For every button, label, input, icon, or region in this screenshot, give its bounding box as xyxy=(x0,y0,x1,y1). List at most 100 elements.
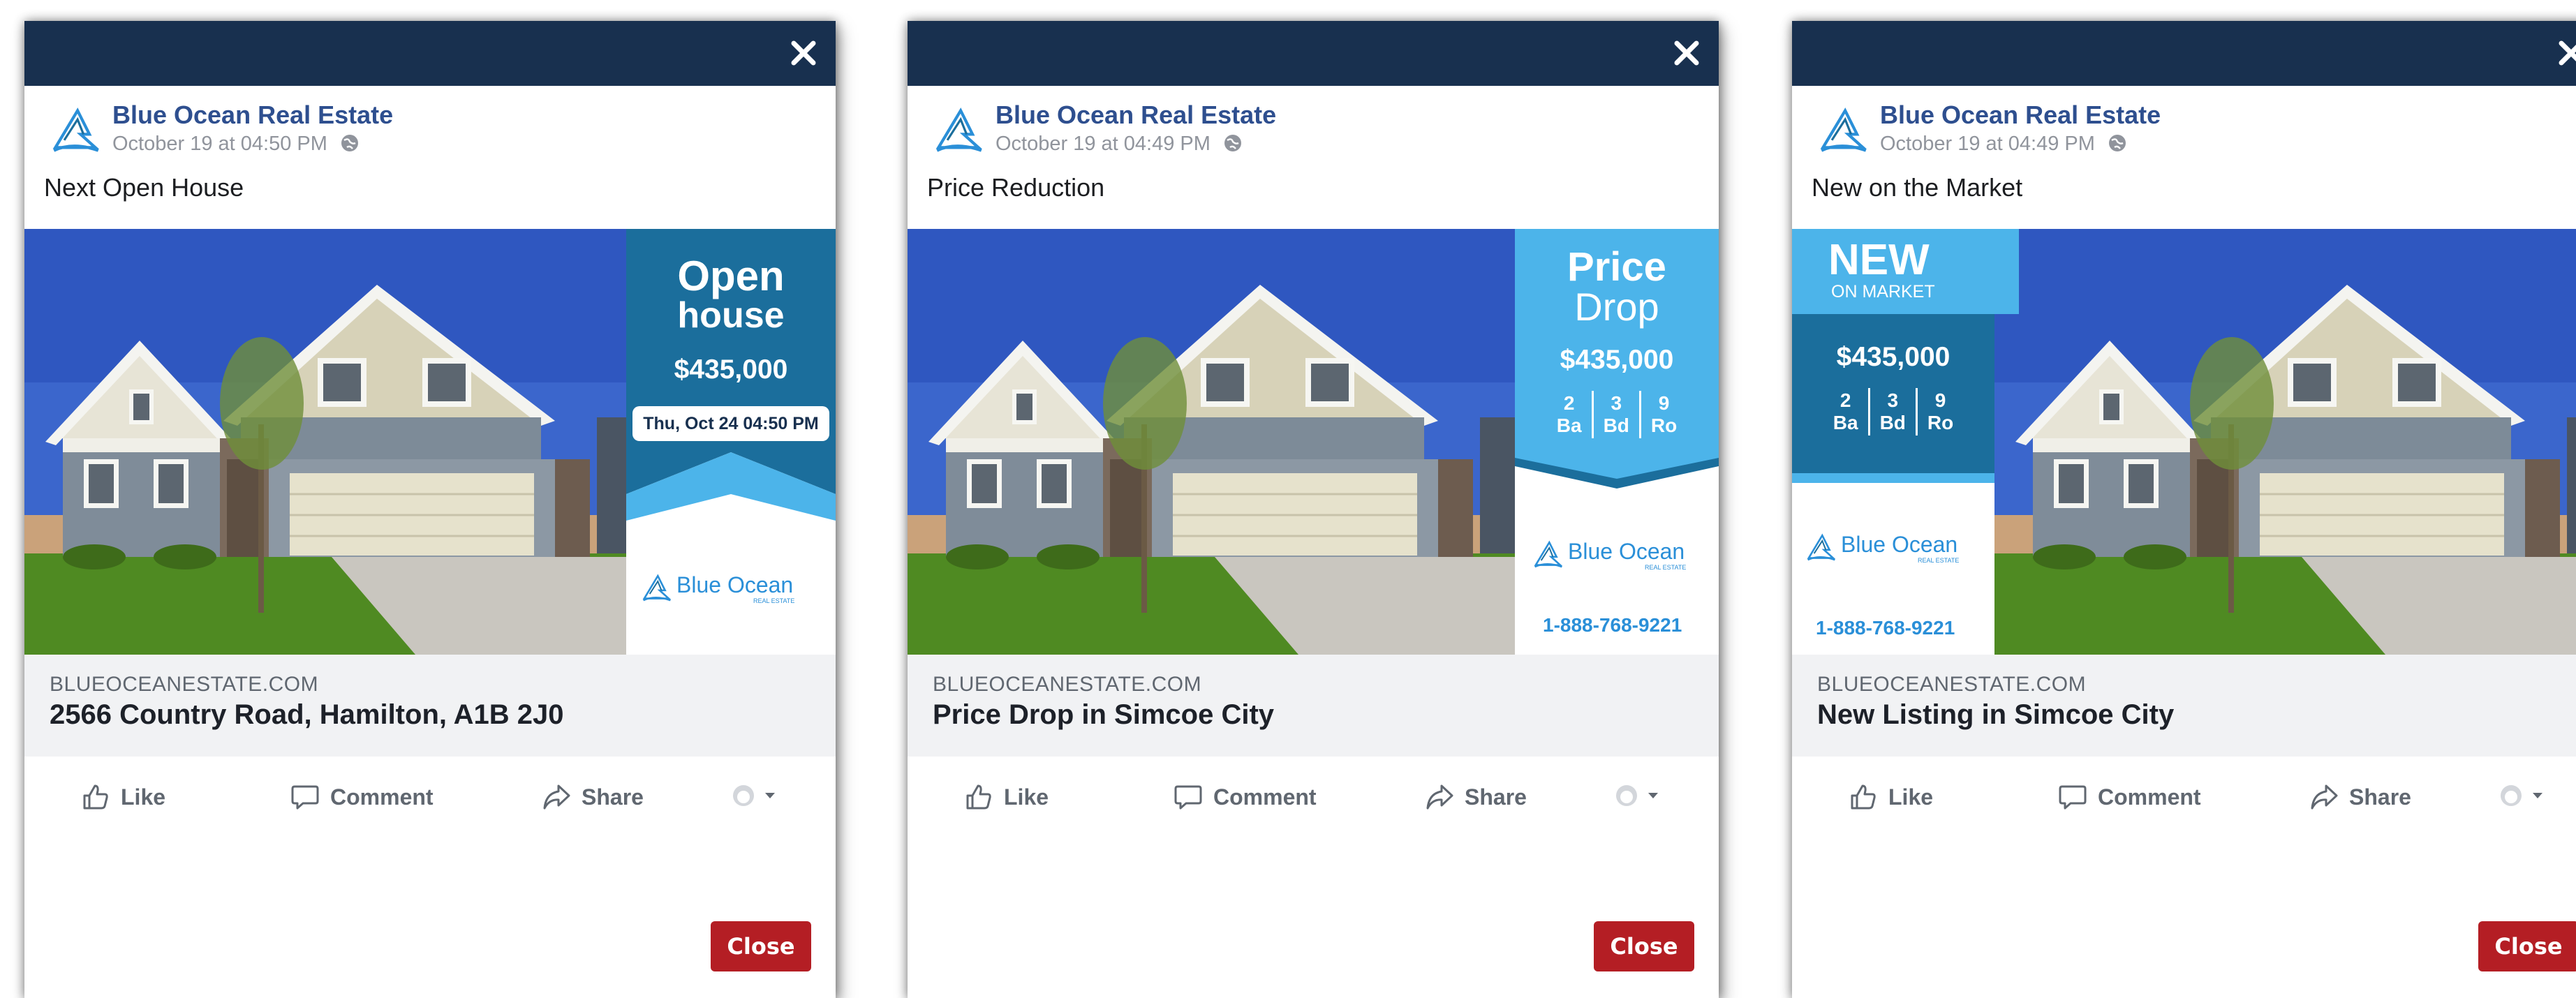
globe-icon xyxy=(1224,135,1241,151)
link-domain: BLUEOCEANESTATE.COM xyxy=(1817,673,2087,696)
post-header: Blue Ocean Real Estate October 19 at 04:… xyxy=(934,96,1562,173)
flyer-image[interactable]: Price Drop $435,000 2 Ba 3 Bd 9 Ro Blue Oce… xyxy=(908,229,1719,655)
post-timestamp[interactable]: October 19 at 04:49 PM xyxy=(995,133,1243,156)
share-icon xyxy=(543,784,570,810)
modal-header-bar xyxy=(908,21,1719,86)
comment-button[interactable]: Comment xyxy=(1173,782,1317,812)
post-modal-price-reduction: Blue Ocean Real Estate October 19 at 04:… xyxy=(908,21,1719,998)
share-label: Share xyxy=(582,784,644,810)
logo-icon xyxy=(642,574,672,602)
share-icon xyxy=(2311,784,2338,810)
stat-label: Ba xyxy=(1556,415,1582,436)
close-icon[interactable] xyxy=(1670,36,1703,70)
flyer-price: $435,000 xyxy=(674,355,788,385)
link-preview[interactable]: BLUEOCEANESTATE.COM 2566 Country Road, H… xyxy=(24,655,836,757)
flyer-brand-sub: REAL ESTATE xyxy=(753,597,795,604)
close-button[interactable]: Close xyxy=(2478,921,2576,971)
house-photo xyxy=(908,229,1536,655)
like-icon xyxy=(83,784,108,810)
stat-label: Ro xyxy=(1650,415,1678,436)
like-button[interactable]: Like xyxy=(963,782,1049,812)
avatar-icon xyxy=(2501,785,2522,806)
flyer-brand-name: Blue Ocean xyxy=(1568,539,1685,564)
close-icon[interactable] xyxy=(787,36,820,70)
stat-value: 2 xyxy=(1840,389,1851,411)
post-timestamp[interactable]: October 19 at 04:49 PM xyxy=(1880,133,2127,156)
audience-selector[interactable] xyxy=(730,782,777,810)
close-button[interactable]: Close xyxy=(1594,921,1694,971)
stat-label: Bd xyxy=(1879,412,1906,433)
stat-value: 3 xyxy=(1887,389,1899,411)
logo-icon[interactable] xyxy=(1819,105,1869,155)
logo-icon[interactable] xyxy=(51,105,101,155)
flyer-image[interactable]: Open house $435,000 Thu, Oct 24 04:50 PM… xyxy=(24,229,836,655)
house-photo xyxy=(24,229,653,655)
comment-label: Comment xyxy=(330,784,434,810)
page-name[interactable]: Blue Ocean Real Estate xyxy=(112,100,393,130)
post-actions: Like Comment Share xyxy=(908,757,1719,840)
globe-icon xyxy=(341,135,358,151)
timestamp-text[interactable]: October 19 at 04:49 PM xyxy=(995,133,1211,155)
flyer-headline-new: NEW xyxy=(1828,236,1930,284)
share-button[interactable]: Share xyxy=(541,782,644,812)
globe-icon xyxy=(2108,135,2126,151)
caret-down-icon xyxy=(1648,793,1658,798)
link-preview[interactable]: BLUEOCEANESTATE.COM New Listing in Simco… xyxy=(1792,655,2576,757)
comment-button[interactable]: Comment xyxy=(2057,782,2201,812)
audience-selector[interactable] xyxy=(2497,782,2545,810)
link-preview[interactable]: BLUEOCEANESTATE.COM Price Drop in Simcoe… xyxy=(908,655,1719,757)
flyer-image[interactable]: NEW ON MARKET $435,000 2 Ba 3 Bd 9 Ro Blue … xyxy=(1792,229,2576,655)
flyer-stats: 2 Ba 3 Bd 9 Ro xyxy=(1515,391,1719,438)
flyer-stats: 2 Ba 3 Bd 9 Ro xyxy=(1792,388,1994,435)
share-label: Share xyxy=(1465,784,1527,810)
timestamp-text[interactable]: October 19 at 04:50 PM xyxy=(112,133,327,155)
modal-header-bar xyxy=(24,21,836,86)
share-button[interactable]: Share xyxy=(1424,782,1527,812)
page-name[interactable]: Blue Ocean Real Estate xyxy=(1880,100,2161,130)
link-domain: BLUEOCEANESTATE.COM xyxy=(50,673,319,696)
timestamp-text[interactable]: October 19 at 04:49 PM xyxy=(1880,133,2095,155)
flyer-stripe xyxy=(1792,473,1994,483)
flyer-phone: 1-888-768-9221 xyxy=(1543,614,1682,636)
like-button[interactable]: Like xyxy=(1848,782,1933,812)
post-text: Next Open House xyxy=(44,173,244,202)
link-title[interactable]: Price Drop in Simcoe City xyxy=(933,699,1274,731)
link-title[interactable]: New Listing in Simcoe City xyxy=(1817,699,2174,731)
like-button[interactable]: Like xyxy=(80,782,165,812)
post-header: Blue Ocean Real Estate October 19 at 04:… xyxy=(1819,96,2447,173)
flyer-price: $435,000 xyxy=(1560,345,1674,375)
link-title[interactable]: 2566 Country Road, Hamilton, A1B 2J0 xyxy=(50,699,563,731)
post-modal-open-house: Blue Ocean Real Estate October 19 at 04:… xyxy=(24,21,836,998)
stat-value: 3 xyxy=(1611,392,1622,414)
flyer-brand: Blue Ocean REAL ESTATE xyxy=(642,569,836,611)
new-banner: NEW ON MARKET xyxy=(1792,229,2019,314)
comment-button[interactable]: Comment xyxy=(290,782,434,812)
close-icon[interactable] xyxy=(2554,36,2576,70)
post-text: Price Reduction xyxy=(927,173,1105,202)
share-label: Share xyxy=(2349,784,2411,810)
stat-beds: 3 Bd xyxy=(1594,392,1639,437)
flyer-headline-house: house xyxy=(677,295,785,336)
close-button[interactable]: Close xyxy=(711,921,811,971)
comment-label: Comment xyxy=(1213,784,1317,810)
flyer-panel: Open house $435,000 Thu, Oct 24 04:50 PM… xyxy=(626,229,836,655)
stat-value: 9 xyxy=(1658,392,1670,414)
like-label: Like xyxy=(1888,784,1934,810)
stat-label: Bd xyxy=(1603,415,1629,436)
audience-selector[interactable] xyxy=(1613,782,1660,810)
caret-down-icon xyxy=(765,793,775,798)
flyer-brand-name: Blue Ocean xyxy=(1841,532,1958,557)
flyer-headline-drop: Drop xyxy=(1574,285,1659,329)
like-label: Like xyxy=(1004,784,1049,810)
page-name[interactable]: Blue Ocean Real Estate xyxy=(995,100,1276,130)
post-timestamp[interactable]: October 19 at 04:50 PM xyxy=(112,133,360,156)
modal-header-bar xyxy=(1792,21,2576,86)
flyer-brand-sub: REAL ESTATE xyxy=(1918,557,1960,564)
post-actions: Like Comment Share xyxy=(1792,757,2576,840)
post-actions: Like Comment Share xyxy=(24,757,836,840)
share-button[interactable]: Share xyxy=(2309,782,2411,812)
comment-icon xyxy=(291,785,319,810)
house-photo xyxy=(1994,229,2576,655)
link-domain: BLUEOCEANESTATE.COM xyxy=(933,673,1202,696)
logo-icon[interactable] xyxy=(934,105,984,155)
